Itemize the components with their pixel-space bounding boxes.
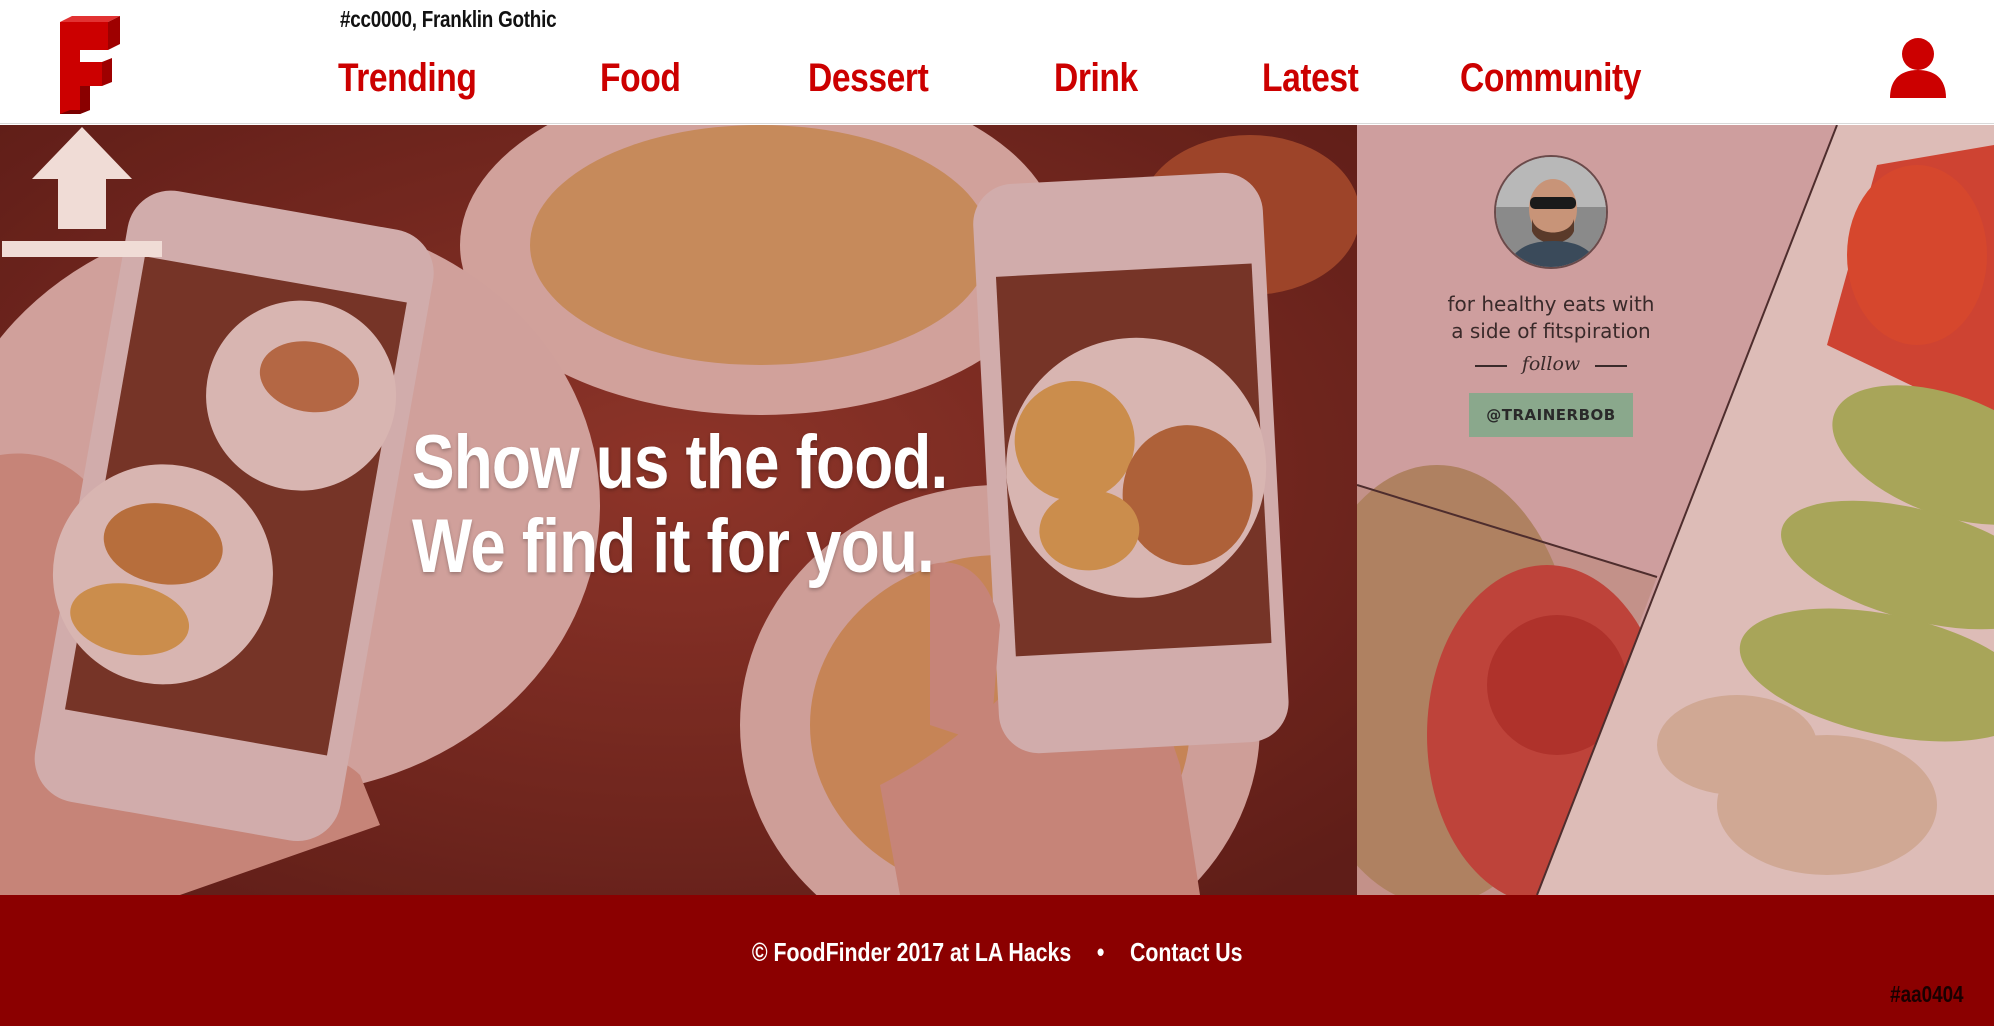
nav-latest[interactable]: Latest xyxy=(1262,56,1359,101)
upload-icon[interactable] xyxy=(0,125,164,259)
foodfinder-logo[interactable] xyxy=(50,14,128,120)
user-icon[interactable] xyxy=(1888,36,1948,100)
hero-headline: Show us the food. We find it for you. xyxy=(412,420,948,589)
hero-headline-line1: Show us the food. xyxy=(412,420,948,505)
sponsored-ad-panel[interactable]: for healthy eats with a side of fitspira… xyxy=(1357,125,1994,895)
nav-dessert[interactable]: Dessert xyxy=(808,56,929,101)
ad-tagline-line1: for healthy eats with xyxy=(1447,292,1655,316)
nav-drink[interactable]: Drink xyxy=(1054,56,1138,101)
trainer-avatar xyxy=(1494,155,1608,269)
contact-us-link[interactable]: Contact Us xyxy=(1130,937,1243,967)
nav-food[interactable]: Food xyxy=(600,56,681,101)
nav-community[interactable]: Community xyxy=(1460,56,1641,101)
hero-headline-line2: We find it for you. xyxy=(412,504,935,589)
trainer-handle-button[interactable]: @TRAINERBOB xyxy=(1469,393,1633,437)
ad-follow-label: follow xyxy=(1475,353,1627,375)
footer-links: © FoodFinder 2017 at LA Hacks • Contact … xyxy=(0,937,1994,968)
copyright-text: © FoodFinder 2017 at LA Hacks xyxy=(751,937,1072,967)
site-footer: © FoodFinder 2017 at LA Hacks • Contact … xyxy=(0,895,1994,1026)
ad-tagline-line2: a side of fitspiration xyxy=(1451,319,1651,343)
design-note: #cc0000, Franklin Gothic xyxy=(340,6,557,32)
footer-color-note: #aa0404 xyxy=(1890,981,1964,1007)
site-header: #cc0000, Franklin Gothic Trending Food D… xyxy=(0,0,1994,124)
trainer-photo xyxy=(1496,157,1606,267)
hero-banner: Show us the food. We find it for you. xyxy=(0,125,1357,895)
ad-tagline: for healthy eats with a side of fitspira… xyxy=(1407,291,1695,345)
nav-trending[interactable]: Trending xyxy=(338,56,477,101)
ad-food-photo xyxy=(1357,125,1994,895)
footer-separator: • xyxy=(1096,937,1105,967)
